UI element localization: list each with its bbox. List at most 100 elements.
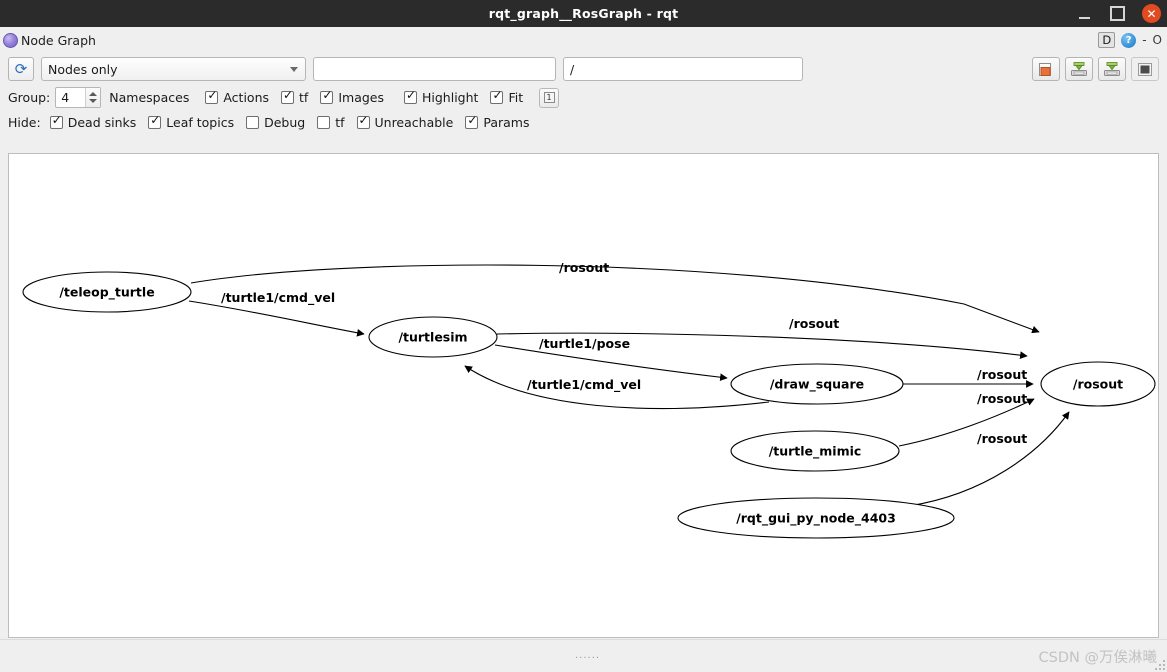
dock-close-button[interactable]: O [1153,33,1162,47]
dock-controls: D ? - O [1098,27,1162,53]
status-bar: ...... CSDN @万俟淋曦 [0,639,1167,672]
options-row-group: Group: 4 Namespaces Actions tf Images Hi… [0,85,1167,110]
toolbar-right-buttons [1032,57,1159,81]
checkbox-fit[interactable]: Fit [490,89,524,105]
checkbox-params-label: Params [483,115,530,130]
checkbox-params-box[interactable] [465,114,479,129]
graph-node-label-rqt_gui: /rqt_gui_py_node_4403 [736,511,896,527]
graph-toolbar: ⟳ Nodes only [0,53,1167,85]
save-dot-icon [1071,62,1087,76]
fit-view-icon [1138,62,1152,76]
resize-grip[interactable] [1153,658,1165,670]
plugin-header: Node Graph D ? - O [0,27,1167,53]
graph-edge-labels: /rosout/turtle1/cmd_vel/rosout/turtle1/p… [221,260,1027,446]
window-title: rqt_graph__RosGraph - rqt [488,6,679,21]
checkbox-fit-label: Fit [508,90,524,105]
checkbox-unreachable-label: Unreachable [374,115,454,130]
node-graph-icon [3,32,18,48]
filter-input[interactable] [313,57,556,81]
save-image-icon [1104,62,1120,76]
checkbox-leaf-topics-box[interactable] [148,114,162,129]
checkbox-hide-tf-label: tf [335,115,345,130]
checkbox-leaf-topics[interactable]: Leaf topics [148,114,235,130]
window-controls: ✕ [1076,0,1161,27]
checkbox-tf[interactable]: tf [281,89,309,105]
checkbox-leaf-topics-label: Leaf topics [166,115,235,130]
folder-icon [1038,63,1051,76]
save-image-button[interactable] [1098,57,1126,81]
graph-edge-label: /rosout [977,431,1027,446]
checkbox-dead-sinks[interactable]: Dead sinks [49,114,137,130]
checkbox-debug[interactable]: Debug [246,115,305,130]
checkbox-unreachable-box[interactable] [356,114,370,129]
ros-node-graph[interactable]: /teleop_turtle/turtlesim/draw_square/tur… [9,154,1158,637]
close-button[interactable]: ✕ [1142,4,1161,23]
checkbox-images-label: Images [338,90,384,105]
dock-minimize-button[interactable]: - [1142,33,1146,47]
save-dot-button[interactable] [1065,57,1093,81]
graph-edge-label: /turtle1/cmd_vel [221,290,335,306]
checkbox-debug-label: Debug [264,115,306,130]
checkbox-dead-sinks-box[interactable] [49,114,63,129]
checkbox-namespaces-label: Namespaces [109,90,190,105]
graph-edge-label: /turtle1/pose [539,336,630,351]
hide-label: Hide: [8,115,41,130]
checkbox-images[interactable]: Images [320,89,384,105]
checkbox-highlight-box[interactable] [404,89,417,104]
checkbox-debug-box[interactable] [246,116,260,129]
graph-node-label-turtle_mimic: /turtle_mimic [769,444,862,460]
auto-fit-button[interactable]: 1 [539,87,560,108]
checkbox-images-box[interactable] [320,89,334,104]
checkbox-hide-tf-box[interactable] [317,116,331,129]
spin-up-icon[interactable] [89,92,98,96]
checkbox-fit-box[interactable] [490,89,504,104]
dock-float-button[interactable]: D [1098,32,1116,48]
graph-node-label-draw_square: /draw_square [770,377,864,393]
graph-type-combobox[interactable]: Nodes only [41,57,306,81]
fit-in-view-button[interactable] [1131,57,1159,81]
minimize-button[interactable] [1076,5,1093,22]
maximize-button[interactable] [1109,5,1126,22]
help-icon[interactable]: ? [1121,32,1137,48]
close-icon: ✕ [1146,6,1157,21]
checkbox-dead-sinks-label: Dead sinks [67,115,137,130]
graph-edge-label: /rosout [559,260,609,275]
graph-canvas[interactable]: /teleop_turtle/turtlesim/draw_square/tur… [8,153,1159,638]
refresh-icon: ⟳ [14,59,28,78]
group-value: 4 [61,90,70,105]
checkbox-actions-label: Actions [223,90,270,105]
spin-arrows[interactable] [85,88,101,107]
graph-edge [188,300,365,337]
spin-down-icon[interactable] [89,99,98,103]
graph-edge-label: /turtle1/cmd_vel [527,377,641,393]
checkbox-hide-tf[interactable]: tf [317,115,345,130]
graph-edge-label: /rosout [977,391,1027,406]
refresh-button[interactable]: ⟳ [8,57,34,81]
auto-fit-icon: 1 [543,92,555,103]
group-spinbox[interactable]: 4 [55,87,102,108]
checkbox-actions-box[interactable] [205,89,219,104]
graph-edge [908,411,1070,507]
namespace-input[interactable] [563,57,803,81]
checkbox-tf-label: tf [299,90,309,105]
watermark-text: CSDN @万俟淋曦 [1038,650,1157,666]
graph-edge-label: /rosout [789,316,839,331]
checkbox-params[interactable]: Params [465,114,530,130]
plugin-title: Node Graph [21,32,96,48]
graph-node-label-rosout: /rosout [1073,377,1123,392]
graph-node-label-turtlesim: /turtlesim [398,330,467,345]
graph-edge-label: /rosout [977,367,1027,382]
checkbox-highlight-label: Highlight [422,90,479,105]
checkbox-tf-box[interactable] [281,89,295,104]
options-row-hide: Hide: Dead sinks Leaf topics Debug tf Un… [0,110,1167,135]
status-grip: ...... [575,650,601,661]
window-titlebar: rqt_graph__RosGraph - rqt ✕ [0,0,1167,27]
graph-node-label-teleop_turtle: /teleop_turtle [59,285,154,301]
graph-type-value: Nodes only [48,61,118,77]
load-dot-button[interactable] [1032,57,1060,81]
checkbox-unreachable[interactable]: Unreachable [356,114,454,130]
group-label: Group: [8,90,51,105]
checkbox-actions[interactable]: Actions [205,89,270,105]
checkbox-namespaces[interactable]: Namespaces [109,90,189,105]
checkbox-highlight[interactable]: Highlight [404,89,479,105]
